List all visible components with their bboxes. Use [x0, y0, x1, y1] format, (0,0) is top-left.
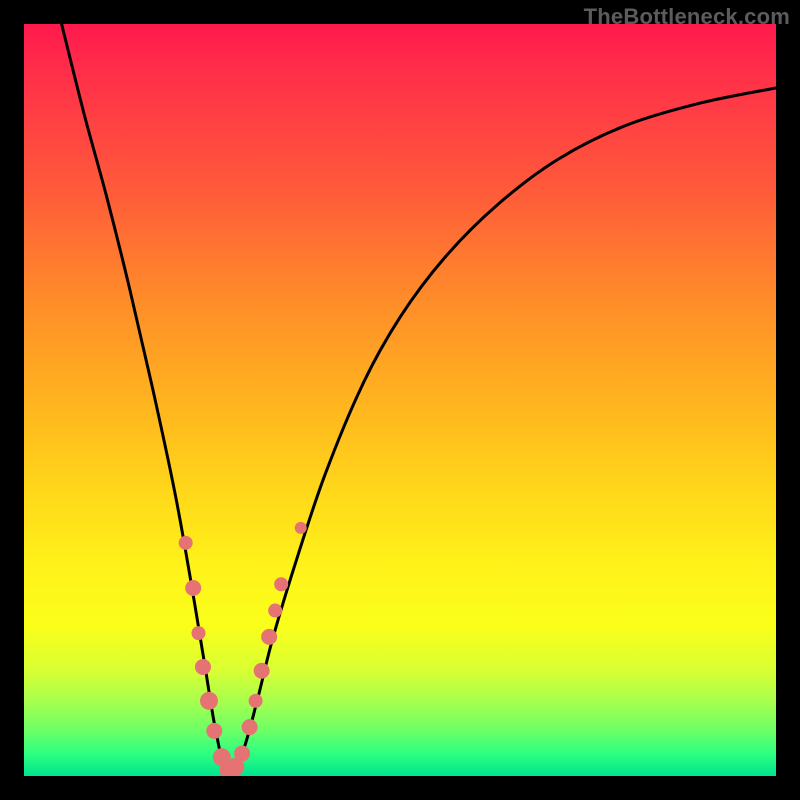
- curve-marker: [274, 577, 288, 591]
- curve-marker: [268, 604, 282, 618]
- curve-marker: [200, 692, 218, 710]
- curve-marker: [195, 659, 211, 675]
- chart-plot-area: [24, 24, 776, 776]
- curve-markers: [179, 522, 307, 776]
- curve-marker: [206, 723, 222, 739]
- curve-marker: [179, 536, 193, 550]
- watermark-text: TheBottleneck.com: [584, 4, 790, 30]
- curve-marker: [234, 745, 250, 761]
- curve-marker: [249, 694, 263, 708]
- curve-marker: [191, 626, 205, 640]
- bottleneck-curve: [62, 24, 776, 773]
- curve-marker: [242, 719, 258, 735]
- curve-marker: [295, 522, 307, 534]
- curve-marker: [254, 663, 270, 679]
- chart-svg: [24, 24, 776, 776]
- curve-marker: [185, 580, 201, 596]
- curve-marker: [261, 629, 277, 645]
